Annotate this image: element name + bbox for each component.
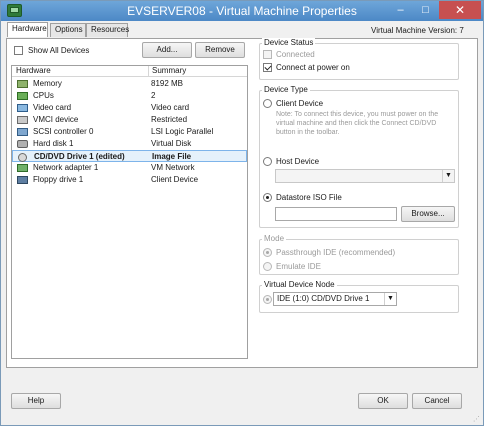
hardware-summary: 8192 MB (151, 79, 184, 88)
video-card-icon (17, 104, 28, 112)
mode-title: Mode (262, 234, 287, 243)
title-bar[interactable]: EVSERVER08 - Virtual Machine Properties … (1, 1, 483, 21)
connected-checkbox[interactable] (263, 50, 272, 59)
scsi-controller-icon (17, 128, 28, 136)
vmci-icon (17, 116, 28, 124)
hardware-name: Video card (33, 103, 72, 112)
virtual-device-node-title: Virtual Device Node (262, 280, 337, 289)
chevron-down-icon: ▼ (384, 293, 396, 305)
vm-properties-window: EVSERVER08 - Virtual Machine Properties … (0, 0, 484, 426)
device-status-group (259, 43, 459, 80)
minimize-button[interactable]: – (389, 1, 412, 19)
client-device-radio[interactable] (263, 99, 272, 108)
hardware-name: Hard disk 1 (33, 139, 74, 148)
floppy-icon (17, 176, 28, 184)
hardware-row-memory[interactable]: Memory 8192 MB (12, 78, 247, 90)
hardware-row-hard-disk[interactable]: Hard disk 1 Virtual Disk (12, 138, 247, 150)
hardware-name: Network adapter 1 (33, 163, 99, 172)
tab-hardware[interactable]: Hardware (7, 22, 48, 37)
device-status-title: Device Status (262, 38, 316, 47)
hardware-row-network[interactable]: Network adapter 1 VM Network (12, 162, 247, 174)
vm-version-label: Virtual Machine Version: 7 (371, 26, 464, 35)
hardware-summary: 2 (151, 91, 156, 100)
hardware-summary: LSI Logic Parallel (151, 127, 214, 136)
hardware-name: VMCI device (33, 115, 79, 124)
hardware-row-cd-dvd[interactable]: CD/DVD Drive 1 (edited) Image File (12, 150, 247, 162)
browse-button[interactable]: Browse... (401, 206, 455, 222)
memory-icon (17, 80, 28, 88)
virtual-device-node-radio (263, 295, 272, 304)
emulate-ide-label: Emulate IDE (276, 262, 321, 271)
network-adapter-icon (17, 164, 28, 172)
client-device-label: Client Device (276, 99, 324, 108)
hardware-row-floppy[interactable]: Floppy drive 1 Client Device (12, 174, 247, 186)
cd-dvd-icon (18, 153, 27, 162)
emulate-ide-radio[interactable] (263, 262, 272, 271)
hardware-name: CPUs (33, 91, 54, 100)
help-button[interactable]: Help (11, 393, 61, 409)
virtual-device-node-dropdown[interactable]: IDE (1:0) CD/DVD Drive 1 ▼ (273, 292, 397, 306)
hardware-summary: Restricted (151, 115, 188, 124)
datastore-iso-path-field[interactable] (275, 207, 397, 221)
hardware-list: Hardware Summary Memory 8192 MB CPUs 2 V… (11, 65, 248, 359)
close-button[interactable]: ✕ (439, 1, 481, 19)
cancel-button[interactable]: Cancel (412, 393, 462, 409)
passthrough-ide-label: Passthrough IDE (recommended) (276, 248, 396, 257)
datastore-iso-label: Datastore ISO File (276, 193, 342, 202)
datastore-iso-radio[interactable] (263, 193, 272, 202)
col-header-hardware[interactable]: Hardware (16, 66, 51, 77)
hardware-summary: Video card (151, 103, 190, 112)
hardware-list-header: Hardware Summary (12, 66, 247, 77)
hardware-row-video-card[interactable]: Video card Video card (12, 102, 247, 114)
hardware-name: SCSI controller 0 (33, 127, 94, 136)
hardware-summary: Client Device (151, 175, 199, 184)
hardware-row-vmci[interactable]: VMCI device Restricted (12, 114, 247, 126)
hardware-summary: Virtual Disk (151, 139, 192, 148)
connect-at-power-on-checkbox[interactable] (263, 63, 272, 72)
hardware-tab-panel: Show All Devices Add... Remove Hardware … (6, 38, 478, 368)
tab-resources[interactable]: Resources (86, 23, 129, 37)
hardware-row-scsi[interactable]: SCSI controller 0 LSI Logic Parallel (12, 126, 247, 138)
hard-disk-icon (17, 140, 28, 148)
passthrough-ide-radio[interactable] (263, 248, 272, 257)
maximize-button[interactable]: □ (414, 1, 437, 19)
virtual-device-node-value: IDE (1:0) CD/DVD Drive 1 (277, 294, 370, 303)
remove-button[interactable]: Remove (195, 42, 245, 58)
host-device-dropdown[interactable]: ▼ (275, 169, 455, 183)
host-device-label: Host Device (276, 157, 320, 166)
client-device-note: Note: To connect this device, you must p… (276, 111, 439, 136)
connected-label: Connected (276, 50, 315, 59)
ok-button[interactable]: OK (358, 393, 408, 409)
add-button[interactable]: Add... (142, 42, 192, 58)
show-all-devices-checkbox[interactable] (14, 46, 23, 55)
hardware-summary: VM Network (151, 163, 195, 172)
show-all-devices-label: Show All Devices (28, 46, 90, 55)
hardware-name: Floppy drive 1 (33, 175, 84, 184)
resize-grip-icon[interactable]: ⋰ (473, 415, 480, 423)
host-device-radio[interactable] (263, 157, 272, 166)
cpu-icon (17, 92, 28, 100)
chevron-down-icon: ▼ (442, 170, 454, 182)
col-header-summary[interactable]: Summary (148, 66, 186, 77)
tab-options[interactable]: Options (50, 23, 86, 37)
hardware-name: Memory (33, 79, 62, 88)
hardware-row-cpus[interactable]: CPUs 2 (12, 90, 247, 102)
connect-at-power-on-label: Connect at power on (276, 63, 350, 72)
device-type-title: Device Type (262, 85, 310, 94)
